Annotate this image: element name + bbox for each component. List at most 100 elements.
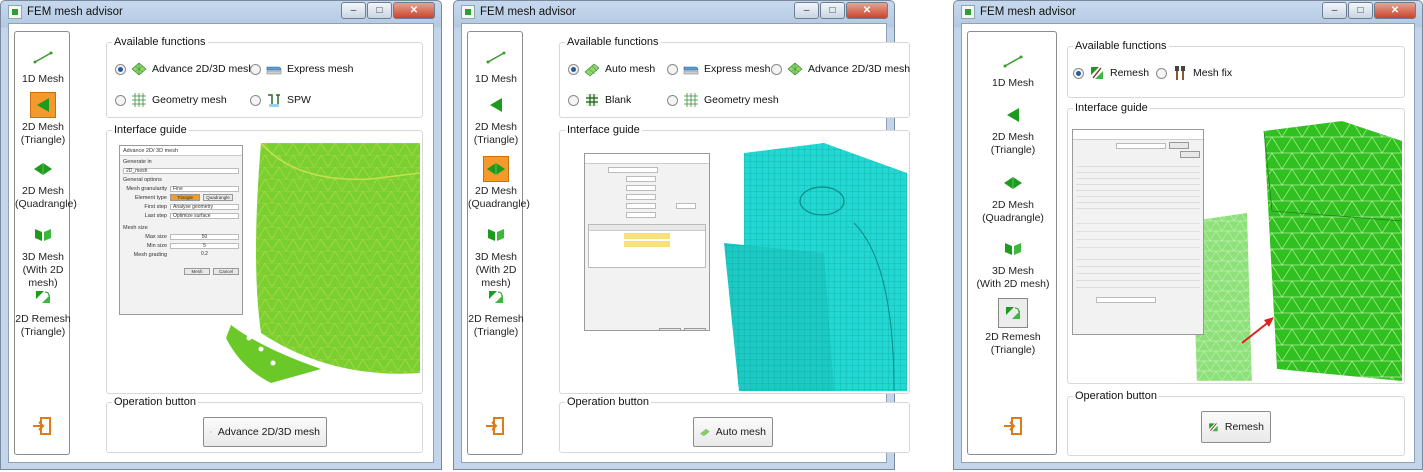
radio-blank[interactable]: Blank xyxy=(568,92,631,108)
close-button[interactable]: ✕ xyxy=(393,2,435,19)
radio-express-mesh[interactable]: Express mesh xyxy=(250,61,354,77)
sidebar-item-sublabel: (Triangle) xyxy=(990,144,1036,156)
sidebar-item-label: 2D Mesh xyxy=(474,121,517,133)
dialog-apply-button xyxy=(1169,142,1189,149)
field-label: Element type xyxy=(134,194,167,201)
3d-mesh-icon xyxy=(1000,236,1026,262)
remesh-button[interactable]: Remesh xyxy=(1201,411,1271,443)
sidebar-item-1d-mesh[interactable]: 1D Mesh xyxy=(15,44,71,86)
dialog-field xyxy=(626,193,656,200)
radio-express-mesh[interactable]: Express mesh xyxy=(667,61,771,77)
exit-icon[interactable] xyxy=(1002,416,1024,436)
sidebar-item-3d-mesh[interactable]: 3D Mesh (With 2D mesh) xyxy=(968,236,1058,291)
sidebar-item-1d-mesh[interactable]: 1D Mesh xyxy=(468,44,524,86)
fem-advisor-window-1: FEM mesh advisor – □ ✕ 1D Mesh 2D Mesh (… xyxy=(0,0,442,470)
maximize-button[interactable]: □ xyxy=(820,2,845,19)
dialog-field xyxy=(626,202,656,209)
app-icon xyxy=(461,5,475,19)
radio-remesh[interactable]: Remesh xyxy=(1073,65,1149,81)
sidebar-item-label: 2D Mesh xyxy=(21,185,64,197)
geometry-mesh-icon xyxy=(684,93,698,107)
maximize-button[interactable]: □ xyxy=(1348,2,1373,19)
close-button[interactable]: ✕ xyxy=(1374,2,1416,19)
quad-mesh-icon xyxy=(1000,170,1026,196)
field-label: Min size xyxy=(146,242,167,249)
radio-dot xyxy=(1073,67,1084,79)
radio-geometry-mesh[interactable]: Geometry mesh xyxy=(667,92,779,108)
radio-dot xyxy=(667,63,678,75)
3d-mesh-icon xyxy=(30,222,56,248)
field-label: First step xyxy=(144,203,167,210)
dialog-field xyxy=(676,202,696,209)
sidebar-item-sublabel: (With 2D mesh) xyxy=(976,278,1050,290)
minimize-button[interactable]: – xyxy=(1322,2,1347,19)
radio-mesh-fix[interactable]: Mesh fix xyxy=(1156,65,1232,81)
advance-mesh-icon xyxy=(210,431,212,433)
sidebar-item-3d-mesh[interactable]: 3D Mesh (With 2D mesh) xyxy=(468,222,524,290)
sidebar-item-2d-triangle[interactable]: 2D Mesh (Triangle) xyxy=(15,92,71,147)
minimize-button[interactable]: – xyxy=(794,2,819,19)
max-size-field: 50 xyxy=(170,233,239,240)
fem-advisor-window-2: FEM mesh advisor – □ ✕ 1D Mesh 2D Mesh (… xyxy=(453,0,910,470)
radio-geometry-mesh[interactable]: Geometry mesh xyxy=(115,92,227,108)
triangle-toggle: Triangle xyxy=(170,194,200,201)
window-title: FEM mesh advisor xyxy=(480,6,576,18)
exit-icon[interactable] xyxy=(484,416,506,436)
quad-mesh-icon xyxy=(483,156,509,182)
geometry-mesh-icon xyxy=(132,93,146,107)
radio-dot xyxy=(568,63,579,75)
radio-dot xyxy=(1156,67,1167,79)
remesh-icon xyxy=(998,298,1028,328)
interface-guide-title: Interface guide xyxy=(565,124,642,136)
dialog-mesh-button: Mesh xyxy=(184,268,210,275)
auto-mesh-button[interactable]: Auto mesh xyxy=(693,417,773,447)
mesh-type-sidebar: 1D Mesh 2D Mesh (Triangle) 2D Mesh (Quad… xyxy=(14,31,77,455)
title-bar[interactable]: FEM mesh advisor – □ ✕ xyxy=(454,1,894,23)
radio-auto-mesh[interactable]: Auto mesh xyxy=(568,61,655,77)
radio-advance-2d-3d-mesh[interactable]: Advance 2D/3D mesh xyxy=(771,61,910,77)
first-step-field: Analyse geometry xyxy=(170,203,239,210)
dialog-apply-button xyxy=(659,328,681,330)
auto-mesh-icon xyxy=(584,63,600,77)
sidebar-item-2d-remesh[interactable]: 2D Remesh (Triangle) xyxy=(968,298,1058,357)
sidebar-item-2d-remesh[interactable]: 2D Remesh (Triangle) xyxy=(468,284,524,339)
maximize-button[interactable]: □ xyxy=(367,2,392,19)
advance-2d-3d-mesh-button[interactable]: Advance 2D/3D mesh xyxy=(203,417,327,447)
dialog-field xyxy=(626,184,656,191)
dialog-table xyxy=(588,224,706,268)
dialog-title: Advance 2D/ 3D mesh xyxy=(120,146,242,156)
operation-button-label: Auto mesh xyxy=(715,426,766,438)
operation-button-group: Operation button Auto mesh xyxy=(559,396,910,453)
interface-guide-image xyxy=(1072,121,1402,381)
title-bar[interactable]: FEM mesh advisor – □ ✕ xyxy=(1,1,441,23)
sidebar-item-2d-triangle[interactable]: 2D Mesh (Triangle) xyxy=(968,102,1058,157)
mesh-type-sidebar: 1D Mesh 2D Mesh (Triangle) 2D Mesh (Quad… xyxy=(467,31,530,455)
mesh-grading-field: 0.2 xyxy=(170,251,239,258)
interface-guide-title: Interface guide xyxy=(112,124,189,136)
window-title: FEM mesh advisor xyxy=(980,6,1076,18)
dialog-smooth-options xyxy=(1076,253,1200,293)
sidebar-item-2d-quadrangle[interactable]: 2D Mesh (Quadrangle) xyxy=(968,170,1058,225)
express-mesh-icon xyxy=(266,66,282,75)
sidebar-item-1d-mesh[interactable]: 1D Mesh xyxy=(968,48,1058,90)
available-functions-group: Available functions Auto mesh Express me… xyxy=(559,36,910,118)
sidebar-item-2d-triangle[interactable]: 2D Mesh (Triangle) xyxy=(468,92,524,147)
title-bar[interactable]: FEM mesh advisor – □ ✕ xyxy=(954,1,1422,23)
app-icon xyxy=(961,5,975,19)
sidebar-item-3d-mesh[interactable]: 3D Mesh (With 2D mesh) xyxy=(15,222,71,290)
exit-icon[interactable] xyxy=(31,416,53,436)
minimize-button[interactable]: – xyxy=(341,2,366,19)
advance-mesh-icon xyxy=(131,62,147,76)
quad-mesh-icon xyxy=(30,156,56,182)
fem-advisor-window-3: FEM mesh advisor – □ ✕ 1D Mesh 2D Mesh (… xyxy=(953,0,1423,470)
radio-spw[interactable]: SPW xyxy=(250,92,311,108)
interface-guide-group: Interface guide xyxy=(559,124,910,394)
close-button[interactable]: ✕ xyxy=(846,2,888,19)
dialog-cancel-button: Cancel xyxy=(213,268,239,275)
sidebar-item-2d-quadrangle[interactable]: 2D Mesh (Quadrangle) xyxy=(468,156,530,211)
radio-advance-2d-3d-mesh[interactable]: Advance 2D/3D mesh xyxy=(115,61,254,77)
sidebar-item-2d-quadrangle[interactable]: 2D Mesh (Quadrangle) xyxy=(15,156,77,211)
sidebar-item-label: 3D Mesh xyxy=(474,251,517,263)
sidebar-item-label: 1D Mesh xyxy=(474,73,517,85)
sidebar-item-2d-remesh[interactable]: 2D Remesh (Triangle) xyxy=(15,284,71,339)
